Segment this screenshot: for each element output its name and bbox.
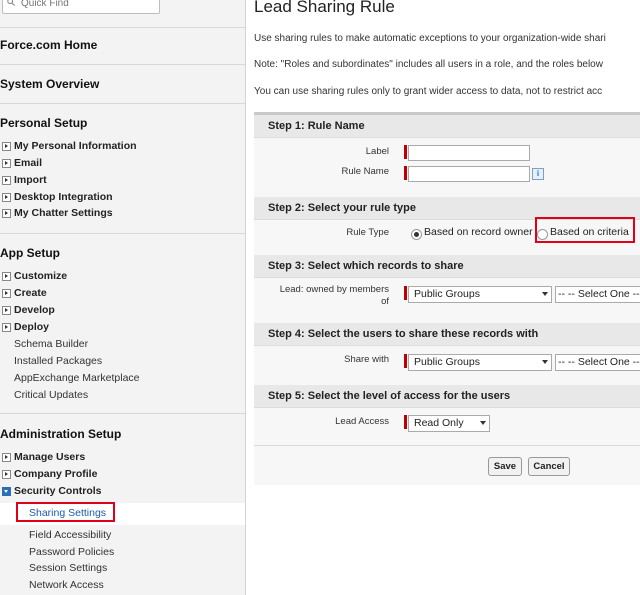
- share-with-group-select[interactable]: -- -- Select One --: [555, 354, 640, 371]
- main-content: Lead Sharing Rule Use sharing rules to m…: [245, 0, 640, 595]
- expand-icon[interactable]: [2, 272, 11, 281]
- select-value: Public Groups: [414, 288, 480, 300]
- sidebar-item-label: My Chatter Settings: [14, 207, 113, 219]
- expand-icon[interactable]: [2, 176, 11, 185]
- app-setup-heading: App Setup: [0, 246, 60, 260]
- sidebar-item-label: Create: [14, 287, 47, 299]
- step-5-header: Step 5: Select the level of access for t…: [254, 385, 640, 408]
- access-paragraph: You can use sharing rules only to grant …: [254, 86, 603, 97]
- expand-icon[interactable]: [2, 289, 11, 298]
- sidebar-item-label: Critical Updates: [14, 389, 89, 401]
- required-indicator: [404, 354, 407, 368]
- divider: [0, 27, 245, 28]
- rule-name-field-label: Rule Name: [341, 166, 389, 177]
- criteria-highlight-box: [535, 217, 635, 243]
- personal-setup-heading: Personal Setup: [0, 116, 88, 130]
- sidebar-item-label: Installed Packages: [14, 355, 103, 367]
- page-title: Lead Sharing Rule: [254, 0, 395, 16]
- rule-name-input[interactable]: [408, 166, 530, 182]
- label-input[interactable]: [408, 145, 530, 161]
- sidebar-item-label: Deploy: [14, 321, 50, 333]
- rule-type-field-label: Rule Type: [346, 227, 389, 238]
- required-indicator: [404, 286, 407, 300]
- sharing-rule-form: Step 1: Rule Name Label Rule Name i Step…: [254, 112, 640, 485]
- step-title: Step 1: Rule Name: [268, 120, 365, 132]
- chevron-down-icon: [542, 360, 548, 364]
- owned-by-group-select[interactable]: -- -- Select One --: [555, 286, 640, 303]
- sidebar-item-label: Desktop Integration: [14, 191, 113, 203]
- sidebar-item-label: Develop: [14, 304, 55, 316]
- quick-find-box[interactable]: [2, 0, 160, 14]
- divider: [254, 445, 640, 446]
- divider: [0, 233, 245, 234]
- expand-icon[interactable]: [2, 306, 11, 315]
- step-title: Step 2: Select your rule type: [268, 202, 416, 214]
- sidebar-item-label: Security Controls: [14, 485, 102, 497]
- select-value: Public Groups: [414, 356, 480, 368]
- sidebar-item-label: Email: [14, 157, 43, 169]
- expand-icon[interactable]: [2, 193, 11, 202]
- step-title: Step 4: Select the users to share these …: [268, 328, 539, 340]
- lead-access-label: Lead Access: [335, 416, 389, 427]
- sidebar-item-label: Network Access: [29, 579, 104, 591]
- expand-icon[interactable]: [2, 142, 11, 151]
- select-value: -- -- Select One --: [558, 356, 640, 368]
- based-on-record-owner-label: Based on record owner: [424, 226, 533, 238]
- chevron-down-icon: [480, 421, 486, 425]
- note-paragraph: Note: "Roles and subordinates" includes …: [254, 59, 603, 70]
- select-value: Read Only: [414, 417, 464, 429]
- sidebar-item-label: My Personal Information: [14, 140, 137, 152]
- save-button[interactable]: Save: [488, 457, 522, 476]
- expand-icon[interactable]: [2, 209, 11, 218]
- search-icon: [7, 0, 15, 6]
- divider: [0, 64, 245, 65]
- select-value: -- -- Select One --: [558, 288, 640, 300]
- sidebar-item-label: AppExchange Marketplace: [14, 372, 140, 384]
- step-4-header: Step 4: Select the users to share these …: [254, 323, 640, 346]
- quick-find-input[interactable]: [21, 0, 151, 11]
- sidebar-item-label: Session Settings: [29, 562, 108, 574]
- share-with-label: Share with: [344, 354, 389, 365]
- sidebar-item-label: Import: [14, 174, 47, 186]
- divider: [0, 413, 245, 414]
- info-icon[interactable]: i: [532, 168, 544, 180]
- sidebar-item-label: Schema Builder: [14, 338, 89, 350]
- sidebar-item-label: Field Accessibility: [29, 529, 112, 541]
- collapse-icon[interactable]: [2, 487, 11, 496]
- administration-setup-heading: Administration Setup: [0, 427, 122, 441]
- required-indicator: [404, 166, 407, 180]
- step-1-header: Step 1: Rule Name: [254, 115, 640, 138]
- sidebar-item-label: Company Profile: [14, 468, 98, 480]
- owned-by-group-type-select[interactable]: Public Groups: [408, 286, 552, 303]
- lead-owned-by-label-of: of: [381, 296, 389, 307]
- intro-paragraph: Use sharing rules to make automatic exce…: [254, 33, 606, 44]
- lead-access-select[interactable]: Read Only: [408, 415, 490, 432]
- expand-icon[interactable]: [2, 470, 11, 479]
- required-indicator: [404, 145, 407, 159]
- system-overview-link[interactable]: System Overview: [0, 77, 99, 91]
- divider: [0, 103, 245, 104]
- lead-owned-by-label: Lead: owned by members: [279, 284, 389, 295]
- step-title: Step 3: Select which records to share: [268, 260, 464, 272]
- step-title: Step 5: Select the level of access for t…: [268, 390, 511, 402]
- sidebar-item-label: Password Policies: [29, 546, 115, 558]
- chevron-down-icon: [542, 292, 548, 296]
- setup-sidebar: Force.com Home System Overview Personal …: [0, 0, 246, 595]
- sharing-settings-highlight-box: [16, 502, 115, 522]
- label-field-label: Label: [365, 146, 389, 157]
- sidebar-item-label: Manage Users: [14, 451, 86, 463]
- expand-icon[interactable]: [2, 453, 11, 462]
- based-on-record-owner-radio[interactable]: [411, 229, 422, 240]
- sidebar-item-label: Customize: [14, 270, 68, 282]
- cancel-button[interactable]: Cancel: [528, 457, 570, 476]
- expand-icon[interactable]: [2, 323, 11, 332]
- expand-icon[interactable]: [2, 159, 11, 168]
- step-3-header: Step 3: Select which records to share: [254, 255, 640, 278]
- share-with-group-type-select[interactable]: Public Groups: [408, 354, 552, 371]
- required-indicator: [404, 415, 407, 429]
- force-home-link[interactable]: Force.com Home: [0, 38, 97, 52]
